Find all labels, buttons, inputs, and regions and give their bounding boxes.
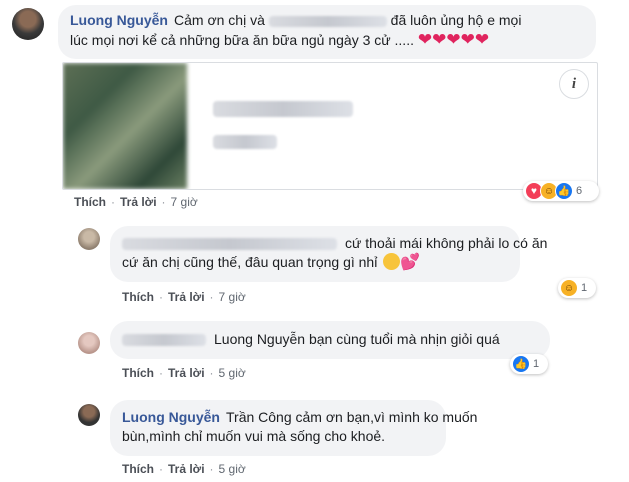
- reply-link[interactable]: Trả lời: [120, 195, 157, 209]
- comment-actions: Thích · Trả lời · 7 giờ: [122, 290, 246, 304]
- redacted-author[interactable]: [122, 238, 337, 251]
- comment-text: Trần Công cảm ơn bạn,vì mình ko muốn: [226, 409, 478, 425]
- avatar[interactable]: [78, 404, 100, 426]
- like-reaction-icon: 👍: [512, 355, 530, 373]
- reply-link[interactable]: Trả lời: [168, 290, 205, 304]
- comment-time[interactable]: 7 giờ: [171, 195, 198, 209]
- comment-actions: Thích · Trả lời · 7 giờ: [74, 195, 198, 209]
- reaction-count: 1: [581, 282, 588, 294]
- comment-text: bùn,mình chỉ muốn vui mà sống cho khoẻ.: [122, 428, 386, 444]
- reaction-summary[interactable]: ♥ ☺ 👍 6: [523, 181, 599, 201]
- comment-actions: Thích · Trả lời · 5 giờ: [122, 366, 246, 380]
- comment-time[interactable]: 5 giờ: [219, 462, 246, 476]
- comment-text: lúc mọi nơi kể cả những bữa ăn bữa ngủ n…: [70, 32, 414, 48]
- link-preview[interactable]: i: [62, 62, 598, 190]
- redacted-name: [268, 15, 387, 27]
- comment-text: đã luôn ủng hộ e mọi: [390, 12, 522, 28]
- haha-reaction-icon: ☺: [560, 279, 578, 297]
- preview-image: [63, 63, 187, 189]
- heart-emoji-icon: ❤❤❤❤❤: [417, 30, 490, 49]
- info-icon[interactable]: i: [559, 69, 589, 99]
- reaction-summary[interactable]: ☺ 1: [558, 278, 596, 298]
- comment-bubble: cứ thoải mái không phải lo có ăn cứ ăn c…: [110, 226, 547, 282]
- comment-actions: Thích · Trả lời · 5 giờ: [122, 462, 246, 476]
- avatar[interactable]: [78, 332, 100, 354]
- like-link[interactable]: Thích: [74, 195, 106, 209]
- reaction-count: 1: [533, 358, 540, 370]
- comment-text: cứ ăn chị cũng thế, đâu quan trọng gì nh…: [122, 254, 378, 270]
- comment-text: cứ thoải mái không phải lo có ăn: [345, 235, 548, 251]
- avatar[interactable]: [78, 228, 100, 250]
- smirk-emoji-icon: [383, 253, 401, 270]
- comment-bubble: Luong Nguyễn bạn cùng tuổi mà nhịn giỏi …: [110, 321, 550, 359]
- reaction-count: 6: [576, 185, 583, 197]
- comment-author[interactable]: Luong Nguyễn: [122, 409, 220, 425]
- comment-time[interactable]: 5 giờ: [219, 366, 246, 380]
- heart-emoji-icon: 💕: [400, 254, 421, 271]
- like-link[interactable]: Thích: [122, 366, 154, 380]
- like-link[interactable]: Thích: [122, 462, 154, 476]
- reply-link[interactable]: Trả lời: [168, 462, 205, 476]
- redacted-preview-title: [213, 101, 353, 117]
- comment-text: Cảm ơn chị và: [174, 12, 265, 28]
- redacted-author[interactable]: [122, 334, 206, 347]
- reaction-summary[interactable]: 👍 1: [510, 354, 548, 374]
- reply-link[interactable]: Trả lời: [168, 366, 205, 380]
- like-reaction-icon: 👍: [555, 182, 573, 200]
- like-link[interactable]: Thích: [122, 290, 154, 304]
- comment-bubble: Luong Nguyễn Trần Công cảm ơn bạn,vì mình…: [110, 400, 477, 456]
- comment-author[interactable]: Luong Nguyễn: [70, 12, 168, 28]
- comment-time[interactable]: 7 giờ: [219, 290, 246, 304]
- comment-text: Luong Nguyễn bạn cùng tuổi mà nhịn giỏi …: [214, 331, 500, 347]
- comment-bubble: Luong Nguyễn Cảm ơn chị và đã luôn ủng hộ…: [58, 5, 596, 59]
- avatar[interactable]: [12, 8, 44, 40]
- redacted-preview-subtitle: [213, 135, 277, 149]
